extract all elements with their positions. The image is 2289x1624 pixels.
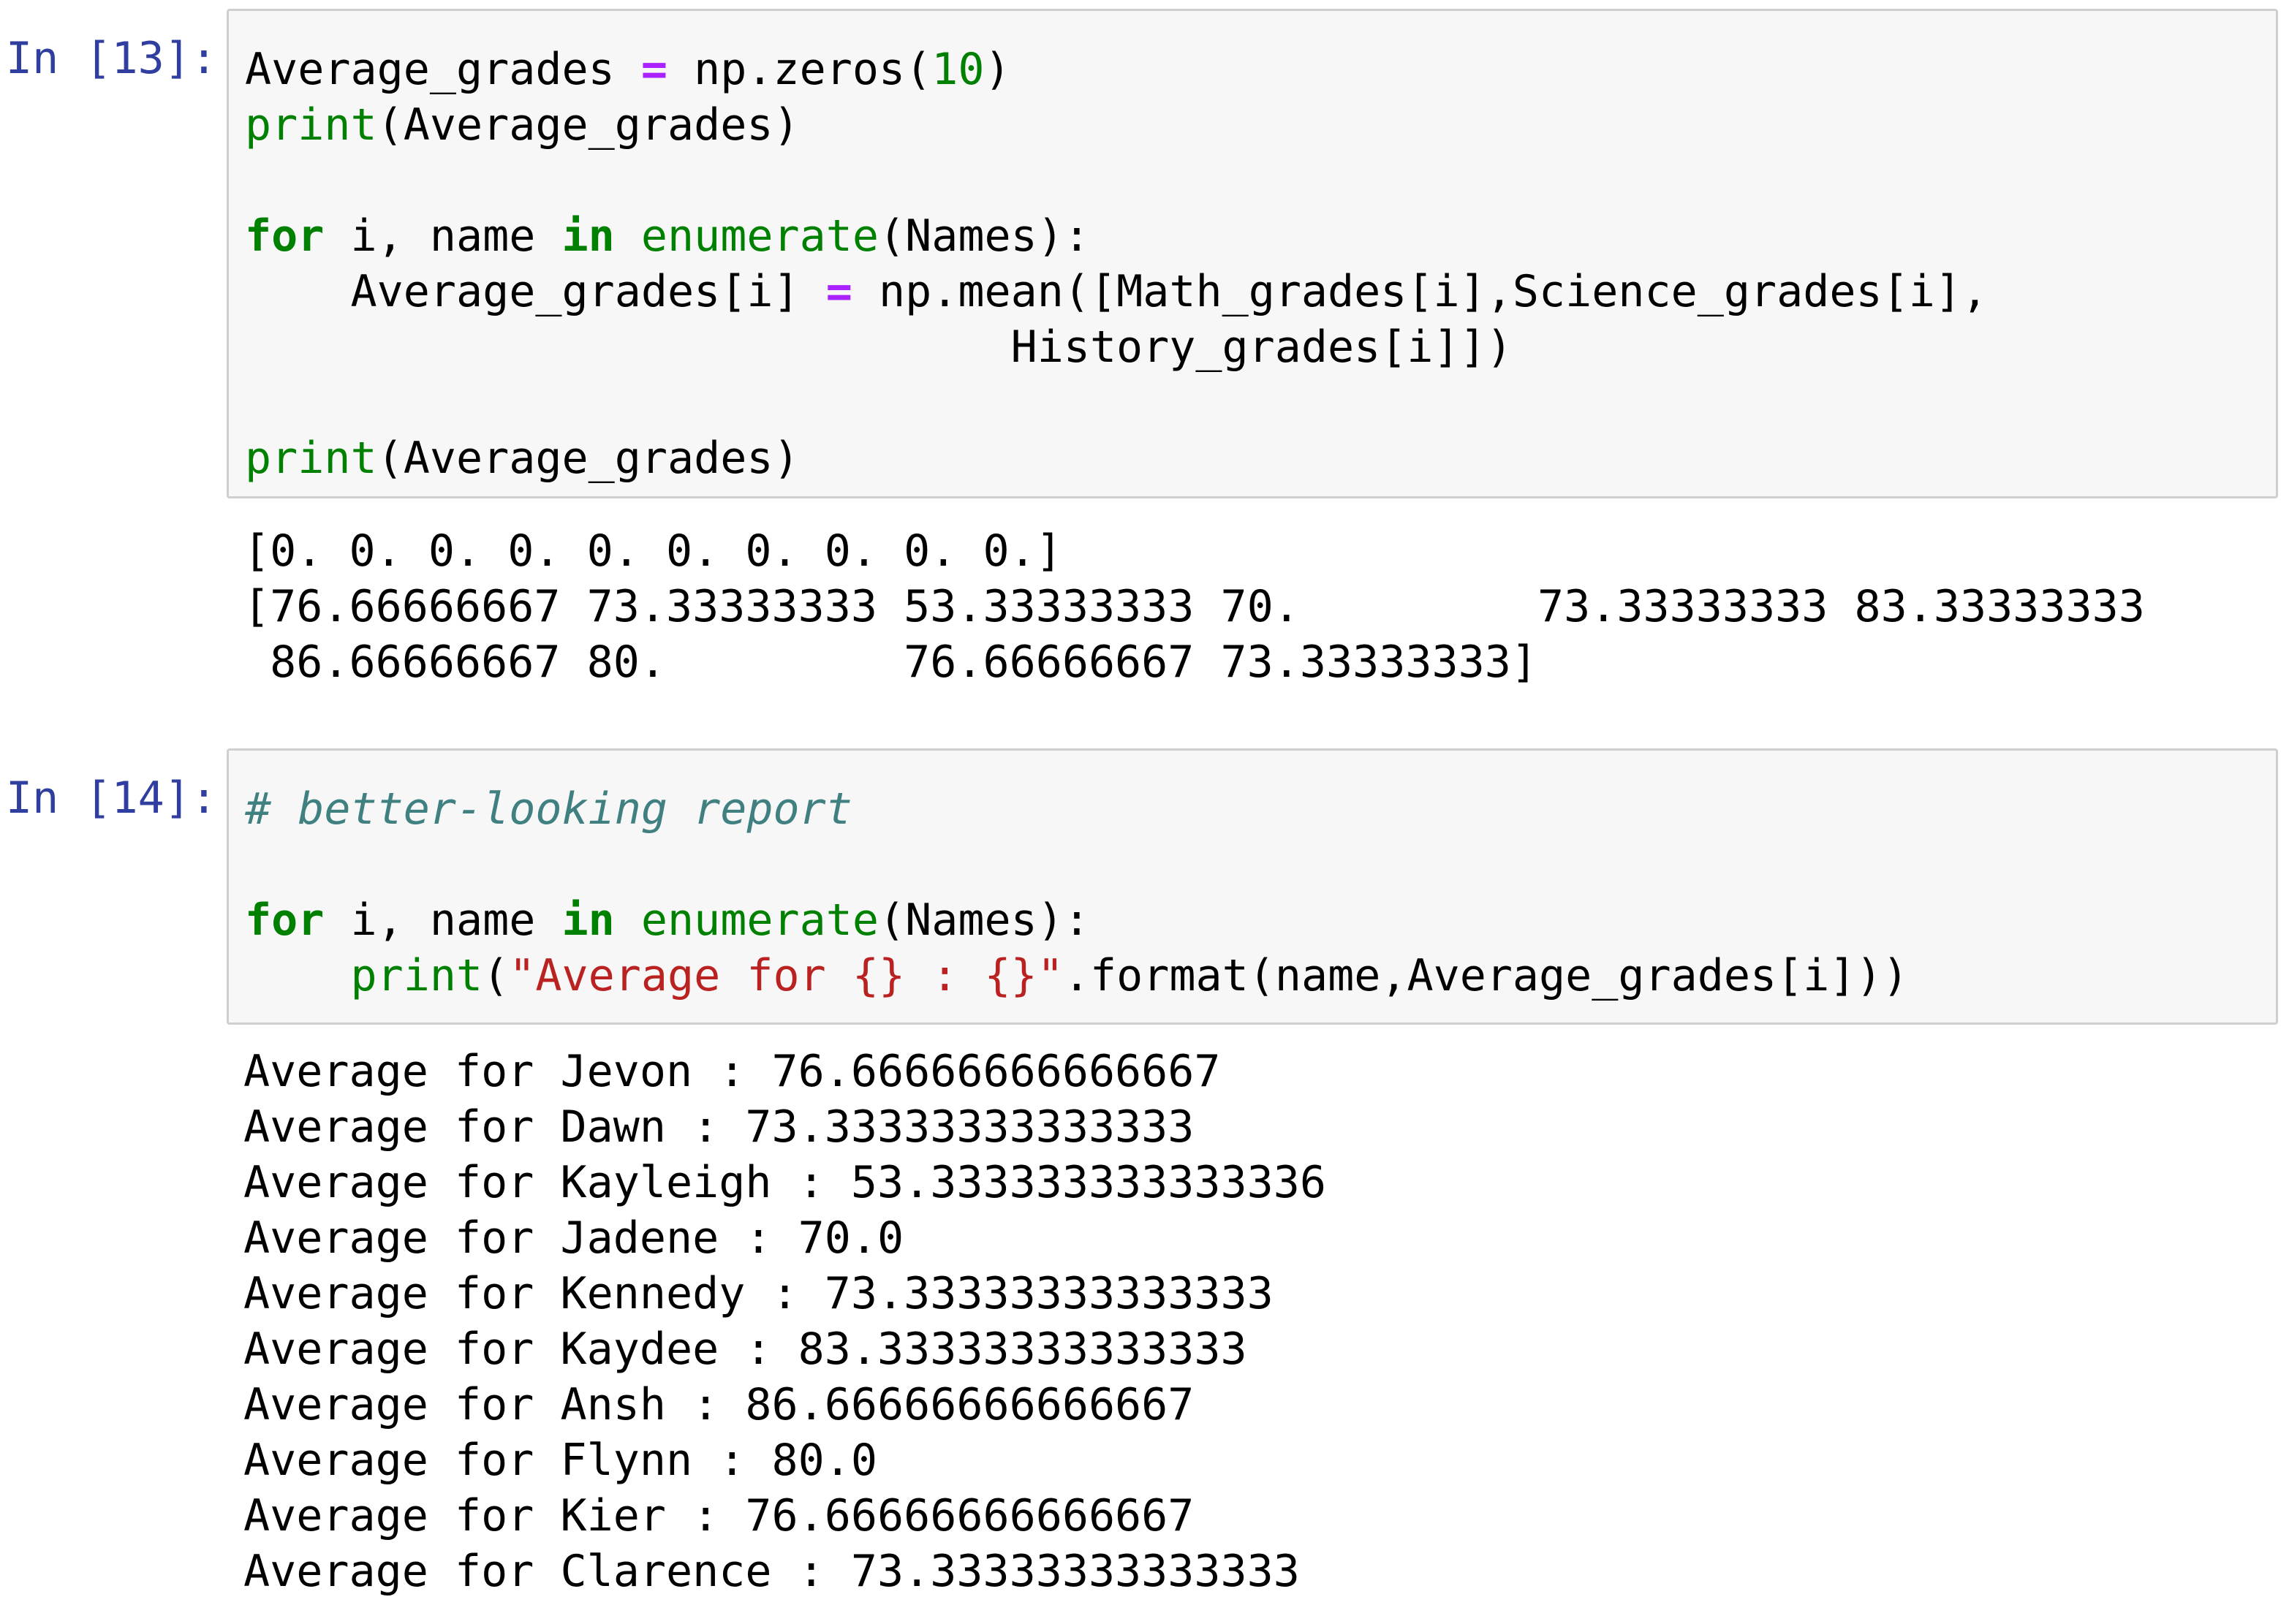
code-token: print bbox=[350, 950, 483, 1001]
code-token: in bbox=[561, 895, 615, 946]
code-line[interactable]: History_grades[i]]) bbox=[245, 319, 1988, 375]
cell-prompt: In [14]: bbox=[6, 773, 217, 824]
notebook-cell-13[interactable]: In [13]: Average_grades = np.zeros(10) pr… bbox=[0, 0, 2289, 702]
output-line: Average for Jevon : 76.66666666666667 bbox=[243, 1046, 1221, 1097]
code-token: ) bbox=[984, 44, 1011, 95]
code-token: np.zeros( bbox=[667, 44, 932, 95]
code-line[interactable]: # better-looking report bbox=[245, 781, 1909, 837]
code-token: # better-looking report bbox=[245, 783, 852, 835]
code-token: in bbox=[561, 210, 615, 262]
cell-output: [0. 0. 0. 0. 0. 0. 0. 0. 0. 0.] [76.66666… bbox=[243, 523, 2145, 690]
code-token: print bbox=[245, 433, 377, 484]
code-token: for bbox=[245, 895, 325, 946]
code-token: (Average_grades) bbox=[377, 99, 800, 151]
code-token: ( bbox=[483, 950, 510, 1001]
output-line: Average for Ansh : 86.66666666666667 bbox=[243, 1379, 1195, 1430]
code-token: History_grades[i]]) bbox=[245, 322, 1513, 373]
output-line: Average for Clarence : 73.33333333333333 bbox=[243, 1546, 1300, 1597]
code-token: np.mean([Math_grades[i],Science_grades[i… bbox=[852, 266, 1989, 317]
cell-prompt: In [13]: bbox=[6, 33, 217, 84]
code-token: .format(name,Average_grades[i])) bbox=[1063, 950, 1909, 1001]
code-token: = bbox=[640, 44, 667, 95]
code-token: enumerate bbox=[640, 210, 879, 262]
code-token: (Names): bbox=[878, 210, 1090, 262]
code-line[interactable]: print(Average_grades) bbox=[245, 430, 1988, 486]
code-line[interactable]: print("Average for {} : {}".format(name,… bbox=[245, 948, 1909, 1003]
notebook-cell-14[interactable]: In [14]: # better-looking report for i, n… bbox=[0, 740, 2289, 1624]
code-token: print bbox=[245, 99, 377, 151]
output-line: Average for Kayleigh : 53.33333333333333… bbox=[243, 1157, 1327, 1208]
output-line: [0. 0. 0. 0. 0. 0. 0. 0. 0. 0.] bbox=[243, 525, 1062, 577]
code-token: i, name bbox=[324, 895, 562, 946]
code-token: i, name bbox=[324, 210, 562, 262]
code-token: = bbox=[825, 266, 852, 317]
code-line[interactable]: print(Average_grades) bbox=[245, 97, 1988, 153]
code-line[interactable] bbox=[245, 153, 1988, 208]
code-token: "Average for {} : {}" bbox=[509, 950, 1064, 1001]
code-editor[interactable]: # better-looking report for i, name in en… bbox=[245, 781, 1909, 1003]
output-line: Average for Kier : 76.66666666666667 bbox=[243, 1490, 1195, 1541]
output-line: Average for Dawn : 73.33333333333333 bbox=[243, 1101, 1195, 1153]
code-line[interactable]: for i, name in enumerate(Names): bbox=[245, 208, 1988, 264]
output-line: 86.66666667 80. 76.66666667 73.33333333] bbox=[243, 637, 1538, 688]
output-line: [76.66666667 73.33333333 53.33333333 70.… bbox=[243, 581, 2145, 632]
code-input-area[interactable]: # better-looking report for i, name in en… bbox=[227, 748, 2278, 1025]
code-line[interactable]: for i, name in enumerate(Names): bbox=[245, 892, 1909, 948]
output-line: Average for Flynn : 80.0 bbox=[243, 1435, 877, 1486]
output-line: Average for Jadene : 70.0 bbox=[243, 1213, 904, 1264]
code-token: enumerate bbox=[640, 895, 879, 946]
cell-output: Average for Jevon : 76.66666666666667 Ave… bbox=[243, 1044, 1326, 1599]
output-line: Average for Kaydee : 83.33333333333333 bbox=[243, 1324, 1247, 1375]
code-token: 10 bbox=[931, 44, 985, 95]
code-token: Average_grades[i] bbox=[245, 266, 826, 317]
output-line: Average for Kennedy : 73.33333333333333 bbox=[243, 1268, 1274, 1319]
code-line[interactable] bbox=[245, 375, 1988, 430]
code-input-area[interactable]: Average_grades = np.zeros(10) print(Avera… bbox=[227, 9, 2278, 498]
code-token: Average_grades bbox=[245, 44, 641, 95]
code-line[interactable]: Average_grades[i] = np.mean([Math_grades… bbox=[245, 264, 1988, 319]
code-token: for bbox=[245, 210, 325, 262]
code-token: (Average_grades) bbox=[377, 433, 800, 484]
code-line[interactable]: Average_grades = np.zeros(10) bbox=[245, 42, 1988, 97]
code-token: (Names): bbox=[878, 895, 1090, 946]
code-editor[interactable]: Average_grades = np.zeros(10) print(Avera… bbox=[245, 42, 1988, 486]
code-line[interactable] bbox=[245, 837, 1909, 892]
